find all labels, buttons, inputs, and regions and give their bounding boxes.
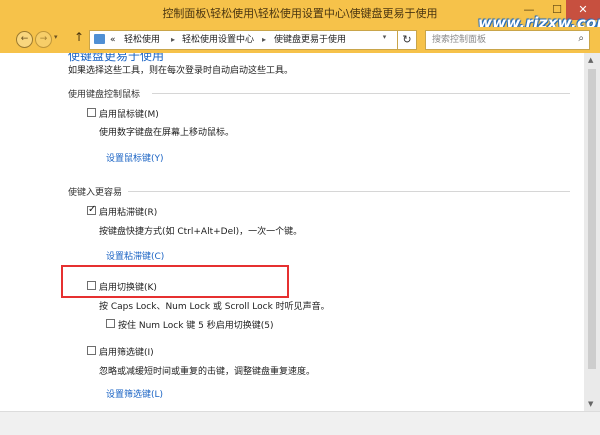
scroll-up-icon[interactable]: ▲ [588,56,593,64]
breadcrumb-current-page[interactable]: 使键盘更易于使用 [274,31,346,49]
refresh-icon[interactable]: ↻ [397,30,417,50]
search-box[interactable]: 搜索控制面板 ⌕ [425,30,590,50]
scrollbar-thumb[interactable] [588,69,596,369]
control-panel-icon [94,34,105,44]
search-icon[interactable]: ⌕ [578,33,584,44]
sticky-keys-checkbox[interactable] [87,204,96,215]
section-title-mouse: 使用键盘控制鼠标 [68,90,141,100]
mouse-keys-checkbox[interactable] [87,108,96,117]
sticky-keys-description: 按键盘快捷方式(如 Ctrl+Alt+Del)，一次一个键。 [99,227,303,237]
scroll-down-icon[interactable]: ▼ [588,400,593,408]
address-history-chevron-icon[interactable]: ▾ [378,27,391,47]
arrow-left-icon[interactable]: ← [16,31,33,48]
highlight-annotation [61,265,289,298]
address-bar[interactable]: « 轻松使用 ▸ 轻松使用设置中心 ▸ 使键盘更易于使用 [89,30,410,50]
intro-text: 如果选择这些工具，则在每次登录时自动启动这些工具。 [68,66,294,76]
arrow-right-icon[interactable]: → [35,31,52,48]
filter-keys-label[interactable]: 启用筛选键(I) [99,345,154,358]
section-divider [128,191,570,192]
bottom-button-bar [0,411,600,435]
breadcrumb-ease-of-access[interactable]: 轻松使用 [124,31,160,49]
setup-mouse-keys-link[interactable]: 设置鼠标键(Y) [106,151,164,164]
breadcrumb-overflow[interactable]: « [110,31,116,49]
setup-filter-keys-link[interactable]: 设置筛选键(L) [106,387,163,400]
breadcrumb-ease-of-access-center[interactable]: 轻松使用设置中心 [182,31,254,49]
filter-keys-checkbox[interactable] [87,346,96,355]
setup-sticky-keys-link[interactable]: 设置粘滞键(C) [106,249,164,262]
search-placeholder: 搜索控制面板 [432,35,487,45]
breadcrumb-separator-icon[interactable]: ▸ [171,31,175,49]
mouse-keys-label[interactable]: 启用鼠标键(M) [99,107,159,120]
num-lock-hold-label[interactable]: 按住 Num Lock 键 5 秒启用切换键(5) [118,318,274,331]
section-title-typing: 使键入更容易 [68,188,123,198]
filter-keys-description: 忽略或减缓短时间或重复的击键，调整键盘重复速度。 [99,367,316,377]
settings-content: 使键盘更易于使用 如果选择这些工具，则在每次登录时自动启动这些工具。 使用键盘控… [0,53,584,411]
breadcrumb-separator-icon[interactable]: ▸ [262,31,266,49]
sticky-keys-label[interactable]: 启用粘滞键(R) [99,205,157,218]
arrow-up-icon[interactable]: ↑ [74,30,84,44]
mouse-keys-description: 使用数字键盘在屏幕上移动鼠标。 [99,128,235,138]
recent-pages-chevron-icon[interactable]: ▾ [54,33,58,41]
num-lock-hold-checkbox[interactable] [106,319,115,328]
section-divider [152,93,570,94]
vertical-scrollbar[interactable]: ▲ ▼ [584,53,600,411]
toggle-keys-description: 按 Caps Lock、Num Lock 或 Scroll Lock 时听见声音… [99,302,330,312]
